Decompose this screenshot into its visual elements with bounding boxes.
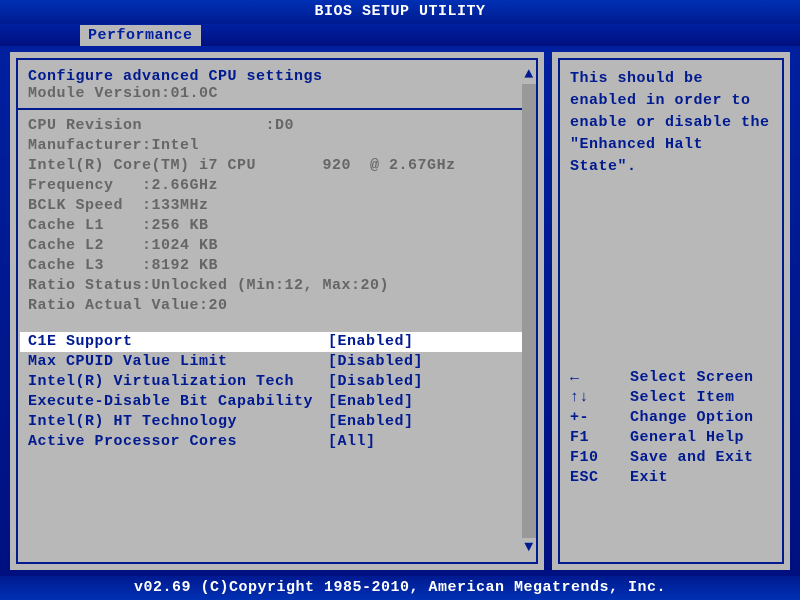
option-label: C1E Support	[28, 332, 328, 352]
option-label: Max CPUID Value Limit	[28, 352, 328, 372]
scroll-down-icon[interactable]: ▼	[522, 539, 536, 556]
footer-bar: v02.69 (C)Copyright 1985-2010, American …	[0, 576, 800, 600]
key-f1: F1	[570, 428, 630, 448]
ratio-status: Ratio Status:Unlocked (Min:12, Max:20)	[28, 276, 526, 296]
key-plus-minus: +-	[570, 408, 630, 428]
cpu-manufacturer: Manufacturer:Intel	[28, 136, 526, 156]
cpu-revision: CPU Revision :D0	[28, 116, 526, 136]
cache-l3: Cache L3 :8192 KB	[28, 256, 526, 276]
cache-l1: Cache L1 :256 KB	[28, 216, 526, 236]
key-desc: Select Screen	[630, 368, 754, 388]
option-value: [Enabled]	[328, 412, 414, 432]
key-help-row: F10 Save and Exit	[570, 448, 772, 468]
key-help-row: ↑↓ Select Item	[570, 388, 772, 408]
key-f10: F10	[570, 448, 630, 468]
key-up-down-arrow-icon: ↑↓	[570, 388, 630, 408]
help-panel: This should be enabled in order to enabl…	[552, 52, 790, 570]
option-execute-disable[interactable]: Execute-Disable Bit Capability [Enabled]	[28, 392, 526, 412]
option-value: [All]	[328, 432, 376, 452]
cpu-frequency: Frequency :2.66GHz	[28, 176, 526, 196]
option-label: Active Processor Cores	[28, 432, 328, 452]
help-text: This should be enabled in order to enabl…	[570, 68, 772, 178]
title-bar: BIOS SETUP UTILITY	[0, 0, 800, 24]
ratio-actual: Ratio Actual Value:20	[28, 296, 526, 316]
bclk-speed: BCLK Speed :133MHz	[28, 196, 526, 216]
option-label: Intel(R) HT Technology	[28, 412, 328, 432]
option-max-cpuid[interactable]: Max CPUID Value Limit [Disabled]	[28, 352, 526, 372]
option-ht[interactable]: Intel(R) HT Technology [Enabled]	[28, 412, 526, 432]
tab-performance[interactable]: Performance	[80, 25, 201, 46]
key-help-row: ESC Exit	[570, 468, 772, 488]
body: ▲ ▼ Configure advanced CPU settings Modu…	[0, 46, 800, 576]
module-version: Module Version:01.0C	[28, 85, 526, 102]
key-desc: Select Item	[630, 388, 735, 408]
key-desc: Exit	[630, 468, 668, 488]
option-c1e-support[interactable]: C1E Support [Enabled]	[20, 332, 534, 352]
option-label: Execute-Disable Bit Capability	[28, 392, 328, 412]
option-vt[interactable]: Intel(R) Virtualization Tech [Disabled]	[28, 372, 526, 392]
scrollbar-track[interactable]	[522, 84, 536, 538]
key-desc: Change Option	[630, 408, 754, 428]
key-esc: ESC	[570, 468, 630, 488]
bios-screen: BIOS SETUP UTILITY Performance ▲ ▼ Confi…	[0, 0, 800, 600]
option-value: [Enabled]	[328, 332, 414, 352]
key-left-arrow-icon: ←	[570, 368, 630, 388]
option-value: [Disabled]	[328, 372, 423, 392]
key-help-row: ← Select Screen	[570, 368, 772, 388]
option-label: Intel(R) Virtualization Tech	[28, 372, 328, 392]
key-help-row: F1 General Help	[570, 428, 772, 448]
section-title: Configure advanced CPU settings	[28, 68, 526, 85]
main-panel: ▲ ▼ Configure advanced CPU settings Modu…	[10, 52, 544, 570]
key-desc: General Help	[630, 428, 744, 448]
scroll-up-icon[interactable]: ▲	[522, 66, 536, 83]
key-desc: Save and Exit	[630, 448, 754, 468]
divider	[18, 108, 536, 110]
option-value: [Disabled]	[328, 352, 423, 372]
tab-row: Performance	[0, 24, 800, 46]
option-active-cores[interactable]: Active Processor Cores [All]	[28, 432, 526, 452]
option-value: [Enabled]	[328, 392, 414, 412]
key-help-row: +- Change Option	[570, 408, 772, 428]
cpu-brand: Intel(R) Core(TM) i7 CPU 920 @ 2.67GHz	[28, 156, 526, 176]
cache-l2: Cache L2 :1024 KB	[28, 236, 526, 256]
